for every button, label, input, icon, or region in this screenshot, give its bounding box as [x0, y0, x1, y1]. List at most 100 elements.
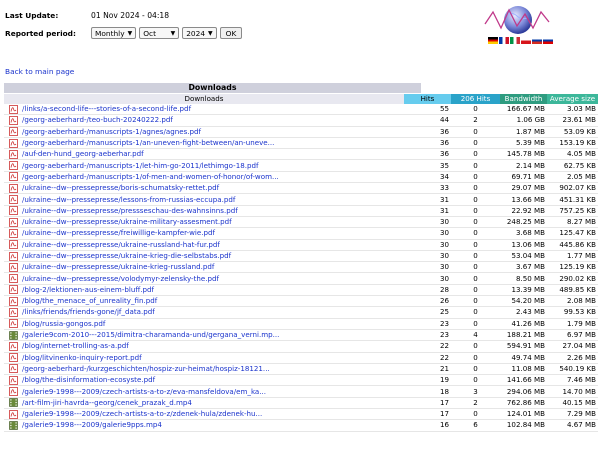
average-size-cell: 53.09 KB	[547, 126, 598, 138]
hits206-cell: 0	[451, 137, 500, 150]
download-link[interactable]: /galerie9-1998---2009/galerie9pps.mp4	[22, 420, 162, 429]
hits206-cell: 0	[451, 408, 500, 421]
video-icon	[9, 398, 18, 408]
download-link[interactable]: /ukraine--dw--pressepresse/ukraine-milit…	[22, 217, 232, 226]
period-type-select[interactable]: Monthly ▼	[91, 27, 137, 39]
download-link[interactable]: /blog-2/lektionen-aus-einem-bluff.pdf	[22, 285, 154, 294]
flag-it-icon[interactable]	[510, 37, 520, 44]
col-average-size: Average size	[547, 94, 598, 104]
bandwidth-cell: 248.25 MB	[500, 216, 547, 229]
average-size-cell: 540.19 KB	[547, 363, 598, 376]
bandwidth-cell: 124.01 MB	[500, 408, 547, 421]
bandwidth-cell: 188.21 MB	[500, 329, 547, 342]
bandwidth-cell: 54.20 MB	[500, 295, 547, 308]
table-row: /georg-aeberhard-/teo-buch-20240222.pdf 4…	[4, 114, 598, 127]
download-link[interactable]: /art-film-jiri-havrda--georg/cenek_praza…	[22, 398, 192, 407]
download-link[interactable]: /ukraine--dw--pressepresse/ukraine-krieg…	[22, 251, 231, 260]
pdf-icon	[9, 116, 18, 125]
download-link[interactable]: /blog/internet-trolling-as-a.pdf	[22, 341, 129, 350]
flag-si-icon[interactable]	[543, 37, 553, 44]
bandwidth-cell: 69.71 MB	[500, 171, 547, 184]
download-link[interactable]: /galerie9-1998---2009/czech-artists-a-to…	[22, 387, 266, 396]
pdf-icon	[9, 206, 18, 216]
pdf-icon	[9, 409, 18, 419]
download-link[interactable]: /georg-aeberhard-/kurzgeschichten/hospiz…	[22, 364, 270, 373]
download-link[interactable]: /blog/the-disinformation-ecosyste.pdf	[22, 375, 155, 384]
table-row: /georg-aeberhard-/manuscripts-1/let-him-…	[4, 159, 598, 172]
download-link[interactable]: /links/a-second-life---stories-of-a-seco…	[22, 104, 191, 113]
year-select[interactable]: 2024 ▼	[182, 27, 217, 39]
download-link[interactable]: /galerie9com-2010---2015/dimitra-charama…	[22, 330, 279, 339]
bandwidth-cell: 29.07 MB	[500, 182, 547, 195]
hits206-cell: 0	[451, 171, 500, 184]
hits206-cell: 0	[451, 193, 500, 206]
table-row: /ukraine--dw--pressepresse/ukraine-krieg…	[4, 261, 598, 274]
average-size-cell: 2.08 MB	[547, 295, 598, 308]
bandwidth-cell: 5.39 MB	[500, 137, 547, 150]
download-link[interactable]: /links/friends/friends-gone/jf_data.pdf	[22, 307, 155, 316]
download-cell: /auf-den-hund_georg-aeberhar.pdf	[4, 148, 404, 161]
bandwidth-cell: 1.87 MB	[500, 126, 547, 138]
hits206-cell: 0	[451, 340, 500, 353]
download-link[interactable]: /ukraine--dw--pressepresse/pressseschau-…	[22, 206, 238, 215]
last-update-value: 01 Nov 2024 - 04:18	[91, 10, 170, 20]
hits-cell: 44	[404, 114, 451, 127]
bandwidth-cell: 8.50 MB	[500, 272, 547, 285]
download-link[interactable]: /galerie9-1998---2009/czech-artists-a-to…	[22, 409, 262, 418]
flag-cz-icon[interactable]	[521, 37, 531, 44]
download-link[interactable]: /blog/litvinenko-inquiry-report.pdf	[22, 353, 142, 362]
flag-ru-icon[interactable]	[532, 37, 542, 44]
download-link[interactable]: /blog/russia-gongos.pdf	[22, 319, 105, 328]
download-link[interactable]: /ukraine--dw--pressepresse/boris-schumat…	[22, 183, 219, 192]
pdf-icon	[9, 251, 18, 261]
download-link[interactable]: /georg-aeberhard-/manuscripts-1/of-men-a…	[22, 172, 279, 181]
download-cell: /ukraine--dw--pressepresse/lessons-from-…	[4, 193, 404, 206]
download-link[interactable]: /blog/the_menace_of_unreality_fin.pdf	[22, 296, 157, 305]
download-link[interactable]: /georg-aeberhard-/manuscripts-1/agnes/ag…	[22, 127, 201, 136]
back-to-main-link[interactable]: Back to main page	[5, 67, 74, 76]
hits-cell: 30	[404, 250, 451, 263]
bandwidth-cell: 2.43 MB	[500, 306, 547, 319]
pdf-icon	[9, 217, 18, 227]
download-link[interactable]: /georg-aeberhard-/manuscripts-1/an-uneve…	[22, 138, 274, 147]
pdf-icon	[9, 240, 18, 250]
pdf-icon	[9, 262, 18, 272]
table-row: /blog/litvinenko-inquiry-report.pdf 22 0 49…	[4, 352, 598, 364]
pdf-icon	[9, 138, 18, 148]
download-cell: /art-film-jiri-havrda--georg/cenek_praza…	[4, 397, 404, 410]
table-row: /ukraine--dw--pressepresse/volodymyr-zel…	[4, 272, 598, 285]
download-link[interactable]: /ukraine--dw--pressepresse/ukraine-krieg…	[22, 262, 214, 271]
download-link[interactable]: /ukraine--dw--pressepresse/volodymyr-zel…	[22, 274, 219, 283]
pdf-icon	[9, 308, 18, 317]
bandwidth-cell: 294.06 MB	[500, 385, 547, 398]
download-link[interactable]: /auf-den-hund_georg-aeberhar.pdf	[22, 149, 144, 158]
flag-fr-icon[interactable]	[499, 37, 509, 44]
hits-cell: 23	[404, 318, 451, 330]
flag-de-icon[interactable]	[488, 37, 498, 44]
hits-cell: 17	[404, 408, 451, 421]
pdf-icon	[9, 127, 18, 137]
hits206-cell: 0	[451, 205, 500, 217]
hits-cell: 16	[404, 419, 451, 432]
ok-button[interactable]: OK	[219, 27, 243, 39]
col-hits: Hits	[404, 94, 451, 104]
average-size-cell: 1.77 MB	[547, 250, 598, 263]
download-cell: /blog/the-disinformation-ecosyste.pdf	[4, 374, 404, 387]
download-link[interactable]: /ukraine--dw--pressepresse/freiwillige-k…	[22, 228, 215, 237]
hits-cell: 36	[404, 126, 451, 138]
download-cell: /galerie9com-2010---2015/dimitra-charama…	[4, 329, 404, 342]
download-cell: /ukraine--dw--pressepresse/pressseschau-…	[4, 205, 404, 217]
table-row: /ukraine--dw--pressepresse/ukraine-milit…	[4, 216, 598, 229]
chevron-down-icon: ▼	[208, 29, 213, 37]
bandwidth-cell: 102.84 MB	[500, 419, 547, 432]
download-cell: /ukraine--dw--pressepresse/ukraine-krieg…	[4, 261, 404, 274]
download-link[interactable]: /georg-aeberhard-/manuscripts-1/let-him-…	[22, 161, 259, 170]
download-link[interactable]: /ukraine--dw--pressepresse/ukraine-russl…	[22, 240, 220, 249]
download-link[interactable]: /georg-aeberhard-/teo-buch-20240222.pdf	[22, 115, 173, 124]
hits-cell: 30	[404, 272, 451, 285]
average-size-cell: 62.75 KB	[547, 159, 598, 172]
download-link[interactable]: /ukraine--dw--pressepresse/lessons-from-…	[22, 195, 235, 204]
month-select[interactable]: Oct ▼	[139, 27, 180, 39]
table-row: /links/friends/friends-gone/jf_data.pdf 2…	[4, 306, 598, 319]
pdf-icon	[9, 375, 18, 385]
